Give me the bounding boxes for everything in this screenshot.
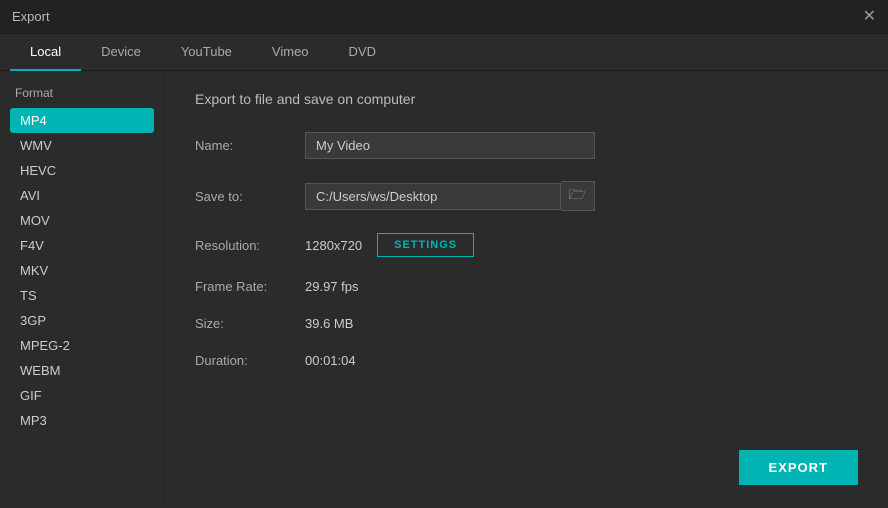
format-label: Format xyxy=(10,86,154,100)
format-f4v[interactable]: F4V xyxy=(10,233,154,258)
size-value: 39.6 MB xyxy=(305,316,353,331)
name-row: Name: xyxy=(195,132,858,159)
size-label: Size: xyxy=(195,316,305,331)
format-ts[interactable]: TS xyxy=(10,283,154,308)
sidebar: Format MP4 WMV HEVC AVI MOV F4V MKV TS 3… xyxy=(0,71,165,505)
format-mp3[interactable]: MP3 xyxy=(10,408,154,433)
tab-local[interactable]: Local xyxy=(10,34,81,71)
duration-row: Duration: 00:01:04 xyxy=(195,353,858,368)
frame-rate-row: Frame Rate: 29.97 fps xyxy=(195,279,858,294)
dialog-title: Export xyxy=(12,9,50,24)
format-hevc[interactable]: HEVC xyxy=(10,158,154,183)
format-3gp[interactable]: 3GP xyxy=(10,308,154,333)
format-webm[interactable]: WEBM xyxy=(10,358,154,383)
format-gif[interactable]: GIF xyxy=(10,383,154,408)
name-input[interactable] xyxy=(305,132,595,159)
save-to-wrapper: 🗁 xyxy=(305,181,595,211)
resolution-row: Resolution: 1280x720 SETTINGS xyxy=(195,233,858,257)
browse-folder-button[interactable]: 🗁 xyxy=(561,181,595,211)
save-to-input[interactable] xyxy=(305,183,561,210)
format-mp4[interactable]: MP4 xyxy=(10,108,154,133)
tab-dvd[interactable]: DVD xyxy=(329,34,396,71)
format-mkv[interactable]: MKV xyxy=(10,258,154,283)
save-to-row: Save to: 🗁 xyxy=(195,181,858,211)
resolution-value: 1280x720 xyxy=(305,238,362,253)
save-to-label: Save to: xyxy=(195,189,305,204)
format-avi[interactable]: AVI xyxy=(10,183,154,208)
tab-device[interactable]: Device xyxy=(81,34,161,71)
name-label: Name: xyxy=(195,138,305,153)
frame-rate-value: 29.97 fps xyxy=(305,279,359,294)
title-bar: Export ✕ xyxy=(0,0,888,34)
size-row: Size: 39.6 MB xyxy=(195,316,858,331)
panel-title: Export to file and save on computer xyxy=(195,91,858,107)
frame-rate-label: Frame Rate: xyxy=(195,279,305,294)
format-wmv[interactable]: WMV xyxy=(10,133,154,158)
main-content: Format MP4 WMV HEVC AVI MOV F4V MKV TS 3… xyxy=(0,71,888,505)
export-button[interactable]: EXPORT xyxy=(739,450,858,485)
format-mpeg2[interactable]: MPEG-2 xyxy=(10,333,154,358)
resolution-label: Resolution: xyxy=(195,238,305,253)
close-button[interactable]: ✕ xyxy=(863,9,876,25)
duration-value: 00:01:04 xyxy=(305,353,356,368)
tab-youtube[interactable]: YouTube xyxy=(161,34,252,71)
resolution-wrapper: 1280x720 SETTINGS xyxy=(305,233,474,257)
tab-vimeo[interactable]: Vimeo xyxy=(252,34,329,71)
right-panel: Export to file and save on computer Name… xyxy=(165,71,888,505)
tab-bar: Local Device YouTube Vimeo DVD xyxy=(0,34,888,71)
duration-label: Duration: xyxy=(195,353,305,368)
format-mov[interactable]: MOV xyxy=(10,208,154,233)
settings-button[interactable]: SETTINGS xyxy=(377,233,474,257)
